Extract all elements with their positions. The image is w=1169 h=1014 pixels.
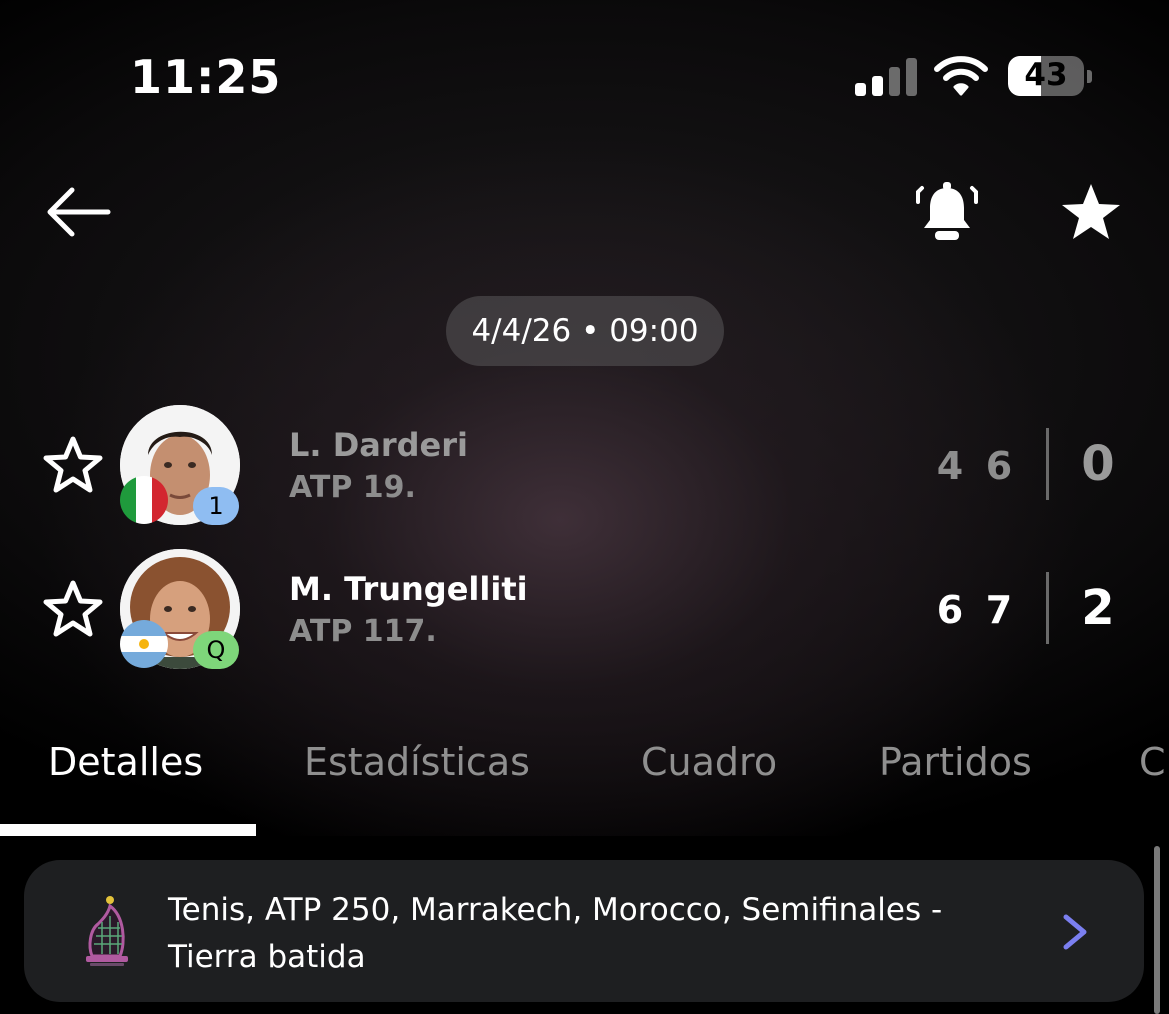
italy-flag-icon [120,476,168,524]
score-divider [1046,572,1049,644]
battery-percentage: 43 [1024,57,1068,93]
tab-detalles[interactable]: Detalles [48,740,203,784]
star-outline-icon[interactable] [42,578,104,640]
argentina-flag-icon [120,620,168,668]
score-divider [1046,428,1049,500]
status-time: 11:25 [130,50,282,104]
tournament-info-text: Tenis, ATP 250, Marrakech, Morocco, Semi… [168,887,1028,981]
atp-marrakech-logo-icon [86,896,128,966]
signal-icon [855,56,917,96]
star-icon[interactable] [1058,180,1124,244]
sets-won: 0 [1081,436,1115,492]
match-datetime: 4/4/26 • 09:00 [446,296,724,366]
qualifier-badge: Q [193,631,239,669]
player-rank: ATP 19. [289,470,416,505]
back-arrow-icon[interactable] [44,182,114,242]
match-detail-screen: 11:25 43 4/4/26 • 09:00 1 L. Darderi ATP… [0,0,1169,1014]
tab-cuadro[interactable]: Cuadro [641,740,777,784]
player-rank: ATP 117. [289,614,437,649]
chevron-right-icon[interactable] [1060,912,1090,952]
tab-more[interactable]: C [1139,740,1166,784]
bell-icon[interactable] [912,178,982,248]
battery-cap [1087,70,1092,83]
seed-badge: 1 [193,487,239,525]
tournament-info-line2: Tierra batida [168,939,366,975]
player-name[interactable]: M. Trungelliti [289,570,528,608]
player-row: 1 L. Darderi ATP 19. 4 6 0 [0,400,1169,540]
player-name[interactable]: L. Darderi [289,426,468,464]
set-score: 6 [985,444,1013,488]
player-row: Q M. Trungelliti ATP 117. 6 7 2 [0,544,1169,684]
battery-icon: 43 [1008,56,1084,96]
star-outline-icon[interactable] [42,434,104,496]
set-score: 4 [936,444,964,488]
sets-won: 2 [1081,580,1115,636]
active-tab-indicator [0,824,256,836]
set-score: 7 [985,588,1013,632]
tab-estadisticas[interactable]: Estadísticas [304,740,530,784]
tab-partidos[interactable]: Partidos [879,740,1032,784]
set-score: 6 [936,588,964,632]
tournament-info-line1: Tenis, ATP 250, Marrakech, Morocco, Semi… [168,892,943,928]
wifi-icon [934,56,988,96]
scrollbar[interactable] [1154,846,1160,1014]
